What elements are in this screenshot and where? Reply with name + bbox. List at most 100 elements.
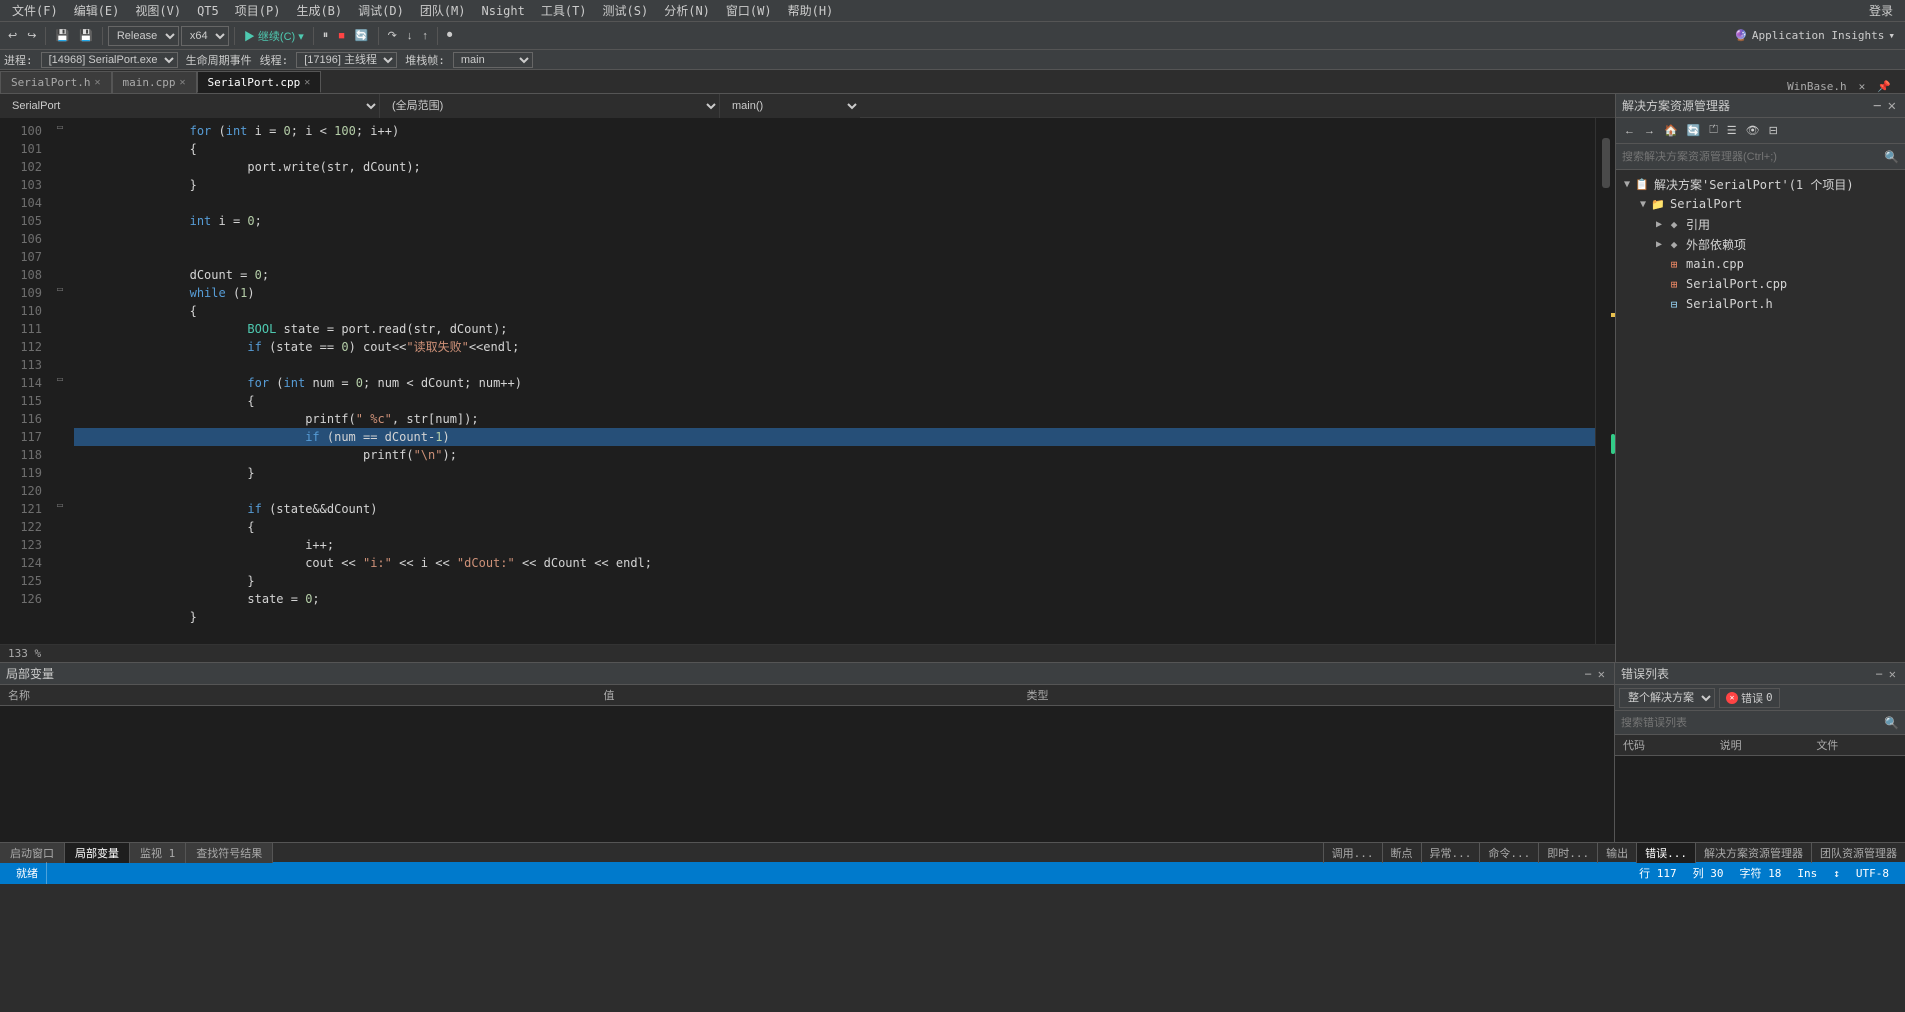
- sol-preview-btn[interactable]: 👁: [1742, 122, 1764, 139]
- bottom-tab-errors[interactable]: 错误...: [1636, 843, 1695, 863]
- code-line-113[interactable]: [74, 356, 1595, 374]
- solution-search-input[interactable]: [1622, 151, 1884, 163]
- toolbar-undo[interactable]: ↩: [4, 27, 21, 44]
- sol-properties-btn[interactable]: ☰: [1723, 122, 1741, 139]
- bottom-tab-command[interactable]: 命令...: [1479, 843, 1538, 863]
- solution-explorer-pin[interactable]: −: [1870, 98, 1884, 114]
- toolbar-step-over[interactable]: ↷: [384, 27, 401, 44]
- toolbar-step-into[interactable]: ↓: [403, 28, 417, 44]
- code-line-117[interactable]: if (num == dCount-1): [74, 428, 1595, 446]
- login-button[interactable]: 登录: [1869, 2, 1901, 19]
- sol-sync-btn[interactable]: 🔄: [1683, 122, 1705, 139]
- toolbar-breakpoint[interactable]: ⏺: [443, 27, 457, 44]
- code-line-105[interactable]: int i = 0;: [74, 212, 1595, 230]
- menu-test[interactable]: 测试(S): [595, 0, 657, 21]
- code-line-101[interactable]: {: [74, 140, 1595, 158]
- menu-analyze[interactable]: 分析(N): [656, 0, 718, 21]
- code-line-112[interactable]: if (state == 0) cout<<"读取失败"<<endl;: [74, 338, 1595, 356]
- toolbar-stop[interactable]: ■: [334, 28, 349, 44]
- code-line-114[interactable]: for (int num = 0; num < dCount; num++): [74, 374, 1595, 392]
- code-line-115[interactable]: {: [74, 392, 1595, 410]
- scope-function-dropdown[interactable]: main(): [720, 94, 860, 118]
- bottom-tab-breakpoints[interactable]: 断点: [1382, 843, 1421, 863]
- process-dropdown[interactable]: [14968] SerialPort.exe: [41, 52, 178, 68]
- menu-window[interactable]: 窗口(W): [718, 0, 780, 21]
- bottom-tab-immediate[interactable]: 即时...: [1538, 843, 1597, 863]
- menu-team[interactable]: 团队(M): [412, 0, 474, 21]
- project-expand-icon[interactable]: ▼: [1636, 199, 1650, 210]
- code-line-124[interactable]: cout << "i:" << i << "dCout:" << dCount …: [74, 554, 1595, 572]
- scope-range-dropdown[interactable]: (全局范围): [380, 94, 720, 118]
- toolbar-restart[interactable]: 🔄: [351, 27, 373, 44]
- code-content[interactable]: for (int i = 0; i < 100; i++) { port.wri…: [70, 118, 1595, 644]
- tab-serialport-h-close[interactable]: ✕: [94, 77, 100, 88]
- toolbar-redo[interactable]: ↪: [23, 27, 40, 44]
- menu-tools[interactable]: 工具(T): [533, 0, 595, 21]
- bottom-tab-teamexplorer[interactable]: 团队资源管理器: [1811, 843, 1905, 863]
- menu-project[interactable]: 项目(P): [227, 0, 289, 21]
- toolbar-save-all[interactable]: 💾: [75, 27, 97, 44]
- toolbar-continue[interactable]: ▶ 继续(C) ▾: [240, 26, 308, 46]
- tab-serialport-h[interactable]: SerialPort.h ✕: [0, 71, 112, 93]
- right-tab-winbase[interactable]: WinBase.h: [1781, 80, 1853, 93]
- solution-explorer-close[interactable]: ✕: [1885, 98, 1899, 114]
- menu-file[interactable]: 文件(F): [4, 0, 66, 21]
- sol-collapse-btn[interactable]: ⊟: [1765, 122, 1782, 139]
- sol-home-btn[interactable]: 🏠: [1660, 122, 1682, 139]
- arch-dropdown[interactable]: x64: [181, 26, 229, 46]
- code-line-109[interactable]: while (1): [74, 284, 1595, 302]
- code-line-103[interactable]: }: [74, 176, 1595, 194]
- tree-main-cpp[interactable]: ⊞ main.cpp: [1616, 254, 1905, 274]
- local-vars-close[interactable]: ✕: [1595, 667, 1608, 681]
- tree-project[interactable]: ▼ 📁 SerialPort: [1616, 194, 1905, 214]
- code-area[interactable]: 100 101 102 103 104 105 106 107 108 109 …: [0, 118, 1615, 644]
- toolbar-save[interactable]: 💾: [51, 27, 73, 44]
- errors-scope-dropdown[interactable]: 整个解决方案: [1619, 688, 1715, 708]
- code-line-116[interactable]: printf(" %c", str[num]);: [74, 410, 1595, 428]
- menu-view[interactable]: 视图(V): [127, 0, 189, 21]
- code-line-118[interactable]: printf("\n");: [74, 446, 1595, 464]
- code-line-107[interactable]: [74, 248, 1595, 266]
- local-vars-pin[interactable]: −: [1582, 667, 1595, 681]
- code-line-110[interactable]: {: [74, 302, 1595, 320]
- sol-forward-btn[interactable]: →: [1640, 123, 1659, 139]
- tree-serialport-cpp[interactable]: ⊞ SerialPort.cpp: [1616, 274, 1905, 294]
- menu-qt5[interactable]: QT5: [189, 2, 227, 20]
- scope-class-dropdown[interactable]: SerialPort: [0, 94, 380, 118]
- errors-search-input[interactable]: [1621, 717, 1884, 729]
- frame-dropdown[interactable]: main: [453, 52, 533, 68]
- bottom-tab-findsymbol[interactable]: 查找符号结果: [186, 843, 273, 863]
- code-line-126[interactable]: state = 0;: [74, 590, 1595, 608]
- bottom-tab-output[interactable]: 输出: [1597, 843, 1636, 863]
- error-list-close[interactable]: ✕: [1886, 667, 1899, 681]
- tree-external-deps[interactable]: ▶ ◆ 外部依赖项: [1616, 234, 1905, 254]
- thread-dropdown[interactable]: [17196] 主线程: [296, 52, 397, 68]
- toolbar-pause[interactable]: ⏸: [319, 27, 333, 44]
- tab-serialport-cpp-close[interactable]: ✕: [304, 77, 310, 88]
- tab-serialport-cpp[interactable]: SerialPort.cpp ✕: [197, 71, 322, 93]
- code-line-108[interactable]: dCount = 0;: [74, 266, 1595, 284]
- code-line-119[interactable]: }: [74, 464, 1595, 482]
- tab-main-cpp-close[interactable]: ✕: [180, 77, 186, 88]
- bottom-tab-watch1[interactable]: 监视 1: [130, 843, 186, 863]
- tree-solution[interactable]: ▼ 📋 解决方案'SerialPort'(1 个项目): [1616, 174, 1905, 194]
- code-line-100[interactable]: for (int i = 0; i < 100; i++): [74, 122, 1595, 140]
- menu-nsight[interactable]: Nsight: [474, 2, 533, 20]
- menu-edit[interactable]: 编辑(E): [66, 0, 128, 21]
- menu-help[interactable]: 帮助(H): [780, 0, 842, 21]
- code-line-104[interactable]: [74, 194, 1595, 212]
- bottom-tab-localvars[interactable]: 局部变量: [65, 843, 130, 863]
- code-line-123[interactable]: i++;: [74, 536, 1595, 554]
- tree-references[interactable]: ▶ ◆ 引用: [1616, 214, 1905, 234]
- gutter-100[interactable]: ▭: [50, 118, 70, 136]
- error-list-pin[interactable]: −: [1873, 667, 1886, 681]
- code-line-111[interactable]: BOOL state = port.read(str, dCount);: [74, 320, 1595, 338]
- config-dropdown[interactable]: Release: [108, 26, 179, 46]
- tabbar-pin[interactable]: 📌: [1871, 80, 1897, 93]
- gutter-109[interactable]: ▭: [50, 280, 70, 298]
- sol-filter-btn[interactable]: ⏍: [1705, 122, 1721, 139]
- code-line-122[interactable]: {: [74, 518, 1595, 536]
- code-line-106[interactable]: [74, 230, 1595, 248]
- code-line-120[interactable]: [74, 482, 1595, 500]
- tab-main-cpp[interactable]: main.cpp ✕: [112, 71, 197, 93]
